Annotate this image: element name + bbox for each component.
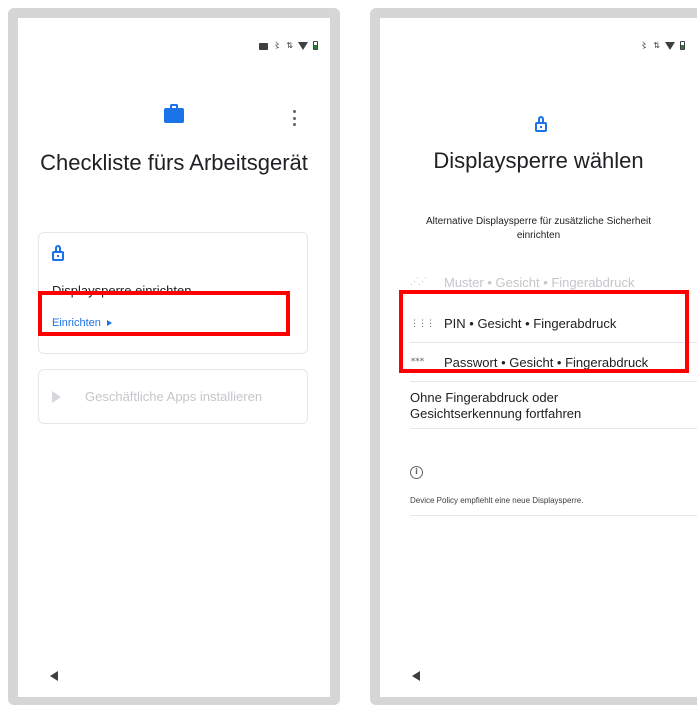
wifi-icon <box>298 41 308 50</box>
continue-without-biometrics[interactable]: Ohne Fingerabdruck oder Gesichtserkennun… <box>410 390 640 422</box>
page-title: Checkliste fürs Arbeitsgerät <box>40 150 308 175</box>
battery-icon <box>680 41 685 50</box>
lock-icon <box>535 116 547 132</box>
data-arrows-icon: ⇅ <box>653 41 660 50</box>
status-bar: 〻 ⇅ <box>259 40 318 51</box>
highlight-box-options <box>399 290 689 373</box>
play-store-icon <box>52 391 61 403</box>
briefcase-icon <box>164 104 184 123</box>
vibrate-icon: 〻 <box>640 41 649 50</box>
policy-note: Device Policy empfiehlt eine neue Displa… <box>410 496 584 505</box>
divider <box>410 515 697 516</box>
right-phone-frame: 〻 ⇅ Displaysperre wählen Alternative Dis… <box>370 8 697 705</box>
work-profile-status-icon <box>259 43 269 50</box>
back-icon[interactable] <box>412 671 420 681</box>
page-title: Displaysperre wählen <box>433 148 644 173</box>
wifi-icon <box>665 41 675 50</box>
status-bar: 〻 ⇅ <box>640 40 685 51</box>
install-apps-card: Geschäftliche Apps installieren <box>38 369 308 424</box>
more-options-icon[interactable] <box>288 110 300 126</box>
battery-icon <box>313 41 318 50</box>
install-apps-label: Geschäftliche Apps installieren <box>85 389 263 404</box>
pattern-icon: ⋰⋰ <box>410 277 427 287</box>
back-icon[interactable] <box>50 671 58 681</box>
page-subtitle: Alternative Displaysperre für zusätzlich… <box>425 216 652 241</box>
divider <box>410 428 697 429</box>
highlight-box-setup <box>38 291 290 336</box>
divider <box>410 381 697 382</box>
lock-option-label: Muster • Gesicht • Fingerabdruck <box>444 274 635 290</box>
left-phone-frame: 〻 ⇅ Checkliste fürs Arbeitsgerät Display… <box>8 8 340 705</box>
lock-icon <box>52 245 64 261</box>
vibrate-icon: 〻 <box>273 41 282 50</box>
work-checklist-screen: 〻 ⇅ Checkliste fürs Arbeitsgerät Display… <box>18 18 330 697</box>
data-arrows-icon: ⇅ <box>286 41 293 50</box>
info-icon: i <box>410 466 423 479</box>
